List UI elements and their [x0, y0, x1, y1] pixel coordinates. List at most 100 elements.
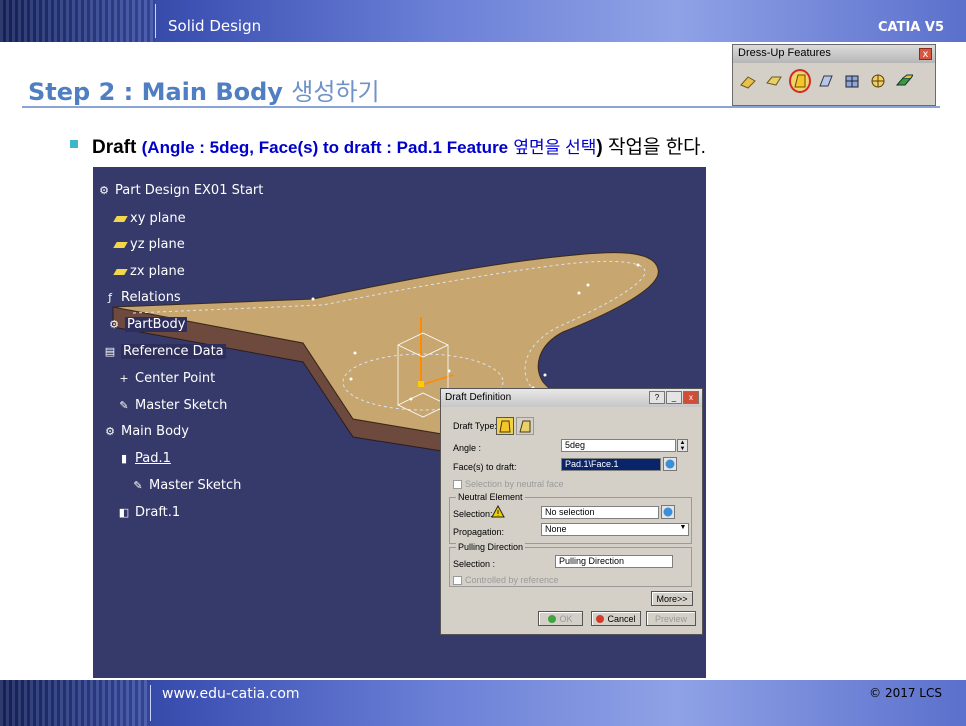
- fillet-icon[interactable]: [737, 69, 759, 93]
- draft-type-label: Draft Type:: [453, 421, 497, 431]
- footer-url[interactable]: www.edu-catia.com: [162, 686, 300, 702]
- thread-icon[interactable]: [867, 69, 889, 93]
- ok-label: OK: [559, 613, 573, 624]
- dress-up-toolbar: Dress-Up Features x: [732, 44, 936, 106]
- dialog-title: Draft Definition: [445, 392, 512, 403]
- pulling-selection-input[interactable]: Pulling Direction: [555, 555, 673, 568]
- title-rule: [22, 106, 940, 108]
- neutral-list-icon[interactable]: [661, 505, 675, 519]
- draft-icon[interactable]: [789, 69, 811, 93]
- tree-item-draft[interactable]: ◧ Draft.1: [117, 505, 180, 520]
- faces-to-draft-label: Face(s) to draft:: [453, 462, 517, 472]
- tree-item-yz-plane[interactable]: yz plane: [113, 237, 185, 252]
- step-title-en: Step 2 : Main Body: [28, 78, 283, 106]
- selection-by-neutral-face-checkbox[interactable]: Selection by neutral face: [453, 479, 564, 489]
- more-button[interactable]: More>>: [651, 591, 693, 606]
- part-icon: ⚙: [99, 184, 109, 197]
- controlled-by-reference-checkbox[interactable]: Controlled by reference: [453, 575, 559, 585]
- angle-input[interactable]: 5deg: [561, 439, 676, 452]
- faces-list-icon[interactable]: [663, 457, 677, 471]
- tree-item-label: Master Sketch: [135, 398, 228, 413]
- tree-item-master-sketch[interactable]: ✎ Master Sketch: [117, 398, 227, 413]
- draft-type-variable-button[interactable]: [516, 417, 534, 435]
- sketch-icon: ✎: [133, 479, 143, 492]
- step-title-kr: 생성하기: [291, 78, 380, 106]
- faces-to-draft-input[interactable]: Pad.1\Face.1: [561, 458, 661, 471]
- tree-item-label: Draft.1: [135, 505, 181, 520]
- tree-item-center-point[interactable]: + Center Point: [117, 371, 215, 386]
- close-button[interactable]: x: [683, 391, 699, 404]
- header-divider: [155, 4, 156, 38]
- preview-button[interactable]: Preview: [646, 611, 696, 626]
- tree-item-label: Part Design EX01 Start: [115, 183, 264, 198]
- neutral-element-title: Neutral Element: [456, 492, 525, 502]
- angle-label: Angle :: [453, 443, 482, 453]
- pulling-direction-title: Pulling Direction: [456, 542, 526, 552]
- tree-item-label: Main Body: [121, 424, 189, 439]
- footer-band: www.edu-catia.com © 2017 LCS: [0, 680, 966, 726]
- body-icon: ⚙: [109, 318, 119, 331]
- relations-icon: ƒ: [108, 291, 112, 304]
- plane-icon: [113, 215, 128, 222]
- tree-item-main-body[interactable]: ⚙ Main Body: [103, 424, 189, 439]
- ok-icon: [548, 614, 557, 623]
- instruction-draft: Draft: [92, 137, 137, 158]
- tree-root[interactable]: ⚙ Part Design EX01 Start: [97, 183, 263, 198]
- minimize-button[interactable]: _: [666, 391, 682, 404]
- angle-spinner[interactable]: ▲ ▼: [677, 439, 688, 452]
- tree-item-label: Master Sketch: [149, 478, 242, 493]
- tree-item-label: Relations: [121, 290, 181, 305]
- instruction-params-kr: 옆면을 선택: [513, 138, 597, 157]
- help-button[interactable]: ?: [649, 391, 665, 404]
- header-art: [0, 0, 155, 42]
- ok-button[interactable]: OK: [538, 611, 583, 626]
- tree-item-pad[interactable]: ▮ Pad.1: [117, 451, 171, 466]
- cancel-button[interactable]: Cancel: [591, 611, 641, 626]
- tree-item-partbody[interactable]: ⚙ PartBody: [107, 317, 188, 332]
- shell-icon[interactable]: [815, 69, 837, 93]
- draft-type-neutral-button[interactable]: [496, 417, 514, 435]
- footer-art: [0, 680, 150, 726]
- header-brand: CATIA V5: [878, 20, 944, 35]
- neutral-selection-input[interactable]: No selection: [541, 506, 659, 519]
- header-title: Solid Design: [168, 17, 262, 35]
- chamfer-icon[interactable]: [763, 69, 785, 93]
- tree-item-zx-plane[interactable]: zx plane: [113, 264, 185, 279]
- propagation-label: Propagation:: [453, 527, 505, 537]
- body-icon: ⚙: [105, 425, 115, 438]
- chevron-down-icon[interactable]: ▼: [678, 524, 688, 535]
- tree-item-label: PartBody: [125, 317, 188, 332]
- plane-icon: [113, 241, 128, 248]
- dialog-titlebar: Draft Definition ? _ x: [441, 389, 702, 407]
- tree-item-relations[interactable]: ƒ Relations: [103, 290, 181, 305]
- pulling-selection-label: Selection :: [453, 559, 496, 569]
- close-icon[interactable]: x: [919, 48, 932, 60]
- tree-item-label: xy plane: [130, 211, 186, 226]
- tree-item-xy-plane[interactable]: xy plane: [113, 211, 186, 226]
- footer-divider: [150, 685, 151, 721]
- instruction-close-paren: ): [596, 137, 603, 158]
- propagation-select[interactable]: None: [541, 523, 689, 536]
- plane-icon: [113, 268, 128, 275]
- bullet-marker: [70, 140, 78, 148]
- cancel-label: Cancel: [607, 613, 636, 624]
- selection-by-neutral-face-label: Selection by neutral face: [465, 479, 564, 489]
- cancel-icon: [596, 614, 605, 623]
- controlled-by-reference-label: Controlled by reference: [465, 575, 559, 585]
- thickness-icon[interactable]: [841, 69, 863, 93]
- draft-definition-dialog: Draft Definition ? _ x Draft Type: Angle…: [440, 388, 703, 635]
- sketch-icon: ✎: [119, 399, 129, 412]
- tree-item-reference-data[interactable]: ▤ Reference Data: [103, 344, 226, 359]
- step-title: Step 2 : Main Body 생성하기: [28, 72, 380, 107]
- footer-copyright: © 2017 LCS: [869, 686, 942, 700]
- dress-up-toolbar-title: Dress-Up Features: [733, 45, 935, 63]
- neutral-selection-label: Selection:: [453, 509, 493, 519]
- tree-item-label: Pad.1: [135, 451, 171, 466]
- pad-icon: ▮: [120, 452, 128, 465]
- tree-item-label: Center Point: [135, 371, 216, 386]
- remove-face-icon[interactable]: [893, 69, 915, 93]
- instruction-tail: 작업을 한다.: [607, 137, 706, 158]
- tree-item-label: Reference Data: [121, 344, 226, 359]
- header-band: Solid Design CATIA V5: [0, 0, 966, 42]
- tree-item-master-sketch-2[interactable]: ✎ Master Sketch: [131, 478, 241, 493]
